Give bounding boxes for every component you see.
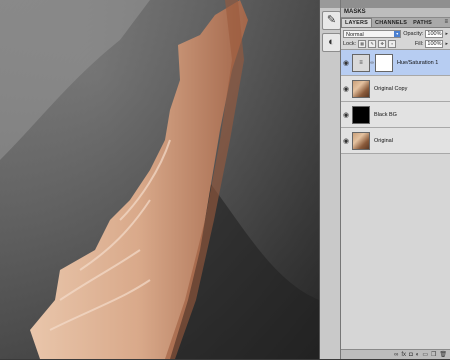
lock-position-icon[interactable]: ✥ xyxy=(378,40,387,48)
masks-panel-tab[interactable]: MASKS xyxy=(341,8,450,18)
photo-content xyxy=(0,0,319,359)
trash-icon[interactable]: 🗑 xyxy=(439,350,447,359)
tab-paths[interactable]: PATHS xyxy=(410,19,435,27)
fill-arrow-icon[interactable]: ▸ xyxy=(445,41,448,47)
layer-row[interactable]: ◉ ≡ ∞ Hue/Saturation 1 xyxy=(341,50,450,76)
panel-menu-icon[interactable]: ≡ xyxy=(444,18,448,27)
link-chain-icon[interactable]: ∞ xyxy=(370,60,374,66)
mask-thumbnail[interactable] xyxy=(375,53,393,72)
tab-layers[interactable]: LAYERS xyxy=(341,18,373,27)
lock-transparency-icon[interactable]: ▦ xyxy=(358,40,367,48)
layer-thumbnail xyxy=(352,79,370,98)
panel-top-strip xyxy=(341,0,450,8)
eye-icon[interactable]: ◉ xyxy=(341,137,351,145)
select-arrows-icon: ▾ xyxy=(394,30,401,37)
blend-row: Normal ▾ Opacity: 100% ▸ xyxy=(341,28,450,39)
layer-thumbnail xyxy=(352,105,370,124)
blend-mode-value: Normal xyxy=(346,31,364,38)
layer-name: Original xyxy=(374,137,393,144)
blend-mode-select[interactable]: Normal ▾ xyxy=(343,29,402,38)
eye-icon[interactable]: ◉ xyxy=(341,85,351,93)
group-icon[interactable]: ▭ xyxy=(422,350,428,359)
adjustment-thumbnail-icon: ≡ xyxy=(352,53,370,72)
layer-row[interactable]: ◉ Black BG xyxy=(341,102,450,128)
eye-icon[interactable]: ◉ xyxy=(341,59,351,67)
fill-label: Fill: xyxy=(414,41,424,47)
fx-icon[interactable]: fx xyxy=(401,350,406,359)
brush-tool-icon[interactable]: ✎ xyxy=(322,11,341,30)
layers-bottom-bar: ∞ fx ◘ ◐ ▭ ❐ 🗑 xyxy=(341,349,450,359)
lock-pixels-icon[interactable]: ✎ xyxy=(368,40,377,48)
fill-input[interactable]: 100% xyxy=(425,40,444,48)
layer-row[interactable]: ◉ Original Copy xyxy=(341,76,450,102)
eye-icon[interactable]: ◉ xyxy=(341,111,351,119)
layer-thumbnail xyxy=(352,131,370,150)
opacity-input[interactable]: 100% xyxy=(425,29,444,38)
opacity-label: Opacity: xyxy=(403,30,424,37)
link-icon[interactable]: ∞ xyxy=(394,350,398,359)
opacity-arrow-icon[interactable]: ▸ xyxy=(445,31,448,37)
layer-row[interactable]: ◉ Original xyxy=(341,128,450,154)
new-layer-icon[interactable]: ❐ xyxy=(431,350,436,359)
panel-tabs: LAYERS CHANNELS PATHS ≡ xyxy=(341,18,450,28)
tab-channels[interactable]: CHANNELS xyxy=(372,19,410,27)
panel-dock-toolstrip: ✎ ◐ xyxy=(319,0,341,359)
layers-panel: MASKS LAYERS CHANNELS PATHS ≡ Normal ▾ O… xyxy=(340,0,450,359)
layer-name: Black BG xyxy=(374,111,397,118)
document-canvas[interactable] xyxy=(0,0,319,359)
layer-name: Hue/Saturation 1 xyxy=(397,59,439,66)
mask-icon[interactable]: ◘ xyxy=(409,350,413,359)
lock-label: Lock: xyxy=(343,41,357,47)
adjustment-tool-icon[interactable]: ◐ xyxy=(322,33,341,52)
lock-all-icon[interactable]: ▪ xyxy=(388,40,397,48)
dock-grip[interactable] xyxy=(320,0,341,8)
adjustment-icon[interactable]: ◐ xyxy=(416,350,420,359)
layer-name: Original Copy xyxy=(374,85,408,92)
lock-row: Lock: ▦ ✎ ✥ ▪ Fill: 100% ▸ xyxy=(341,39,450,50)
